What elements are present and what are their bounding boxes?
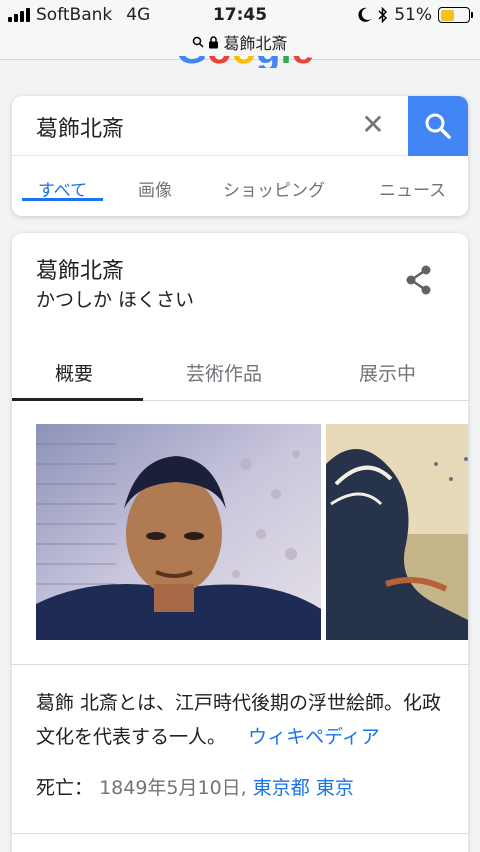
search-button[interactable]: [408, 96, 468, 156]
portrait-image[interactable]: [36, 424, 321, 640]
search-card: 葛飾北斎 ✕ すべて 画像 ショッピング ニュース: [12, 96, 468, 216]
url-text: 葛飾北斎: [223, 34, 288, 53]
status-icons: 51%: [358, 5, 473, 25]
battery-icon: [438, 7, 473, 23]
tab-exhibitions[interactable]: 展示中: [359, 359, 416, 386]
description: 葛飾 北斎とは、江戸時代後期の浮世絵師。化政文化を代表する一人。 ウィキペディア: [36, 686, 456, 754]
knowledge-panel: 葛飾北斎 かつしか ほくさい 概要 芸術作品 展示中 葛飾 北斎とは、江戸時代後…: [12, 233, 468, 852]
search-input[interactable]: 葛飾北斎: [36, 111, 124, 143]
panel-title: 葛飾北斎: [36, 259, 125, 284]
share-icon: [406, 265, 431, 295]
tab-artworks[interactable]: 芸術作品: [186, 359, 262, 386]
death-date: 1849年5月10日,: [99, 777, 247, 799]
tab-news[interactable]: ニュース: [379, 156, 446, 201]
search-box: 葛飾北斎 ✕: [12, 96, 468, 156]
wikipedia-link[interactable]: ウィキペディア: [248, 726, 380, 748]
panel-subtitle: かつしか ほくさい: [36, 289, 195, 311]
battery-percent: 51%: [394, 5, 432, 25]
description-text: 葛飾 北斎とは、江戸時代後期の浮世絵師。化政文化を代表する一人。: [36, 692, 442, 748]
active-tab-indicator: [12, 398, 143, 401]
tab-shopping[interactable]: ショッピング: [223, 156, 325, 201]
bluetooth-icon: [378, 6, 388, 24]
battery-level: [440, 9, 455, 21]
death-label: 死亡：: [36, 777, 94, 799]
death-info: 死亡： 1849年5月10日, 東京都 東京: [36, 773, 354, 800]
tab-overview[interactable]: 概要: [55, 359, 93, 386]
search-tabs: すべて 画像 ショッピング ニュース: [12, 156, 468, 216]
clear-icon[interactable]: ✕: [358, 110, 388, 140]
section-divider: [12, 664, 468, 665]
google-logo: Google: [176, 56, 316, 68]
search-small-icon: [193, 36, 205, 48]
image-carousel[interactable]: [36, 424, 468, 640]
wave-artwork-image[interactable]: [326, 424, 468, 640]
tab-all[interactable]: すべて: [21, 156, 104, 201]
address-bar[interactable]: 葛飾北斎: [0, 30, 480, 54]
share-button[interactable]: [404, 263, 434, 297]
tab-images[interactable]: 画像: [138, 156, 172, 201]
moon-icon: [358, 7, 372, 22]
search-icon: [425, 113, 451, 139]
section-divider-bottom: [12, 833, 468, 834]
status-bar: SoftBank 4G 17:45 51% 葛飾北斎: [0, 0, 480, 60]
death-place-link-2[interactable]: 東京: [316, 777, 354, 799]
panel-tabs: 概要 芸術作品 展示中: [12, 341, 468, 401]
death-place-link-1[interactable]: 東京都: [253, 777, 310, 799]
lock-icon: [209, 35, 219, 48]
